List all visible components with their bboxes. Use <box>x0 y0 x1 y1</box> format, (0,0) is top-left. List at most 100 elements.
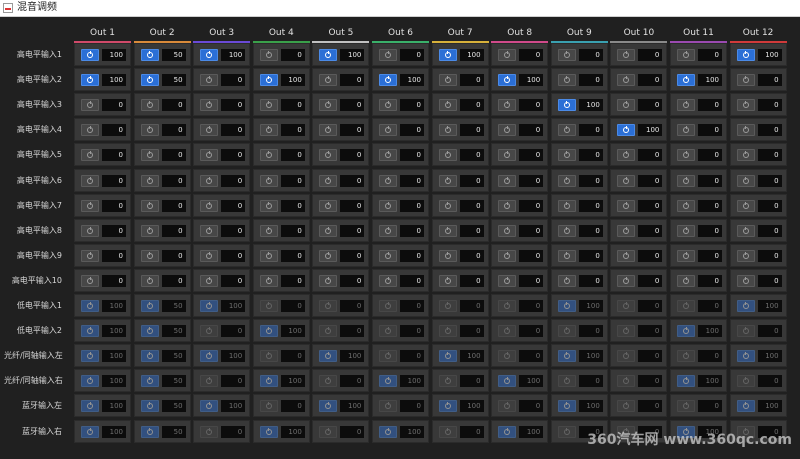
route-toggle-button[interactable] <box>200 300 219 312</box>
route-toggle-button[interactable] <box>736 74 755 87</box>
route-toggle-button[interactable] <box>438 300 457 312</box>
route-toggle-button[interactable] <box>438 149 457 162</box>
route-toggle-button[interactable] <box>617 124 636 137</box>
route-toggle-button[interactable] <box>438 249 457 262</box>
route-toggle-button[interactable] <box>259 249 278 262</box>
gain-value-field[interactable]: 0 <box>221 199 246 212</box>
gain-value-field[interactable]: 0 <box>102 249 126 262</box>
route-toggle-button[interactable] <box>200 124 219 137</box>
route-toggle-button[interactable] <box>319 99 338 112</box>
gain-value-field[interactable]: 0 <box>102 224 126 237</box>
gain-value-field[interactable]: 0 <box>638 249 663 262</box>
route-toggle-button[interactable] <box>677 325 695 338</box>
route-toggle-button[interactable] <box>81 124 99 137</box>
gain-value-field[interactable]: 0 <box>638 350 663 363</box>
route-toggle-button[interactable] <box>81 325 99 338</box>
route-toggle-button[interactable] <box>319 174 338 187</box>
route-toggle-button[interactable] <box>617 99 636 112</box>
gain-value-field[interactable]: 0 <box>340 325 365 338</box>
gain-value-field[interactable]: 50 <box>161 325 186 338</box>
route-toggle-button[interactable] <box>557 425 576 438</box>
gain-value-field[interactable]: 0 <box>400 400 424 413</box>
route-toggle-button[interactable] <box>200 199 219 212</box>
gain-value-field[interactable]: 0 <box>757 325 782 338</box>
route-toggle-button[interactable] <box>81 400 99 413</box>
gain-value-field[interactable]: 0 <box>519 400 544 413</box>
route-toggle-button[interactable] <box>557 224 576 237</box>
route-toggle-button[interactable] <box>438 350 457 363</box>
gain-value-field[interactable]: 100 <box>698 325 722 338</box>
gain-value-field[interactable]: 100 <box>757 350 782 363</box>
route-toggle-button[interactable] <box>677 49 695 61</box>
route-toggle-button[interactable] <box>140 174 159 187</box>
route-toggle-button[interactable] <box>140 74 159 87</box>
route-toggle-button[interactable] <box>140 224 159 237</box>
gain-value-field[interactable]: 0 <box>161 99 186 112</box>
route-toggle-button[interactable] <box>319 300 338 312</box>
gain-value-field[interactable]: 0 <box>280 49 305 61</box>
route-toggle-button[interactable] <box>498 350 517 363</box>
route-toggle-button[interactable] <box>379 375 397 388</box>
route-toggle-button[interactable] <box>140 99 159 112</box>
route-toggle-button[interactable] <box>557 274 576 287</box>
route-toggle-button[interactable] <box>736 350 755 363</box>
gain-value-field[interactable]: 0 <box>638 375 663 388</box>
gain-value-field[interactable]: 100 <box>280 325 305 338</box>
gain-value-field[interactable]: 0 <box>638 400 663 413</box>
route-toggle-button[interactable] <box>259 49 278 61</box>
gain-value-field[interactable]: 0 <box>280 350 305 363</box>
route-toggle-button[interactable] <box>498 74 517 87</box>
route-toggle-button[interactable] <box>557 249 576 262</box>
route-toggle-button[interactable] <box>557 49 576 61</box>
route-toggle-button[interactable] <box>677 300 695 312</box>
gain-value-field[interactable]: 0 <box>459 274 484 287</box>
route-toggle-button[interactable] <box>677 149 695 162</box>
gain-value-field[interactable]: 0 <box>340 74 365 87</box>
route-toggle-button[interactable] <box>557 400 576 413</box>
route-toggle-button[interactable] <box>140 124 159 137</box>
gain-value-field[interactable]: 0 <box>340 174 365 187</box>
route-toggle-button[interactable] <box>677 74 695 87</box>
gain-value-field[interactable]: 100 <box>102 300 126 312</box>
gain-value-field[interactable]: 100 <box>400 74 424 87</box>
gain-value-field[interactable]: 0 <box>340 224 365 237</box>
route-toggle-button[interactable] <box>379 300 397 312</box>
gain-value-field[interactable]: 0 <box>698 149 722 162</box>
gain-value-field[interactable]: 0 <box>280 274 305 287</box>
gain-value-field[interactable]: 0 <box>280 174 305 187</box>
route-toggle-button[interactable] <box>438 174 457 187</box>
gain-value-field[interactable]: 0 <box>102 149 126 162</box>
route-toggle-button[interactable] <box>259 400 278 413</box>
route-toggle-button[interactable] <box>557 300 576 312</box>
gain-value-field[interactable]: 0 <box>757 199 782 212</box>
gain-value-field[interactable]: 0 <box>161 224 186 237</box>
gain-value-field[interactable]: 100 <box>757 49 782 61</box>
route-toggle-button[interactable] <box>140 325 159 338</box>
gain-value-field[interactable]: 0 <box>519 300 544 312</box>
route-toggle-button[interactable] <box>200 425 219 438</box>
route-toggle-button[interactable] <box>140 149 159 162</box>
route-toggle-button[interactable] <box>677 174 695 187</box>
route-toggle-button[interactable] <box>498 425 517 438</box>
route-toggle-button[interactable] <box>81 99 99 112</box>
route-toggle-button[interactable] <box>259 375 278 388</box>
route-toggle-button[interactable] <box>319 425 338 438</box>
route-toggle-button[interactable] <box>557 325 576 338</box>
route-toggle-button[interactable] <box>498 149 517 162</box>
route-toggle-button[interactable] <box>259 74 278 87</box>
route-toggle-button[interactable] <box>259 99 278 112</box>
gain-value-field[interactable]: 0 <box>161 124 186 137</box>
route-toggle-button[interactable] <box>379 74 397 87</box>
gain-value-field[interactable]: 0 <box>280 300 305 312</box>
gain-value-field[interactable]: 0 <box>340 425 365 438</box>
gain-value-field[interactable]: 100 <box>280 375 305 388</box>
gain-value-field[interactable]: 0 <box>698 199 722 212</box>
route-toggle-button[interactable] <box>379 124 397 137</box>
route-toggle-button[interactable] <box>319 249 338 262</box>
gain-value-field[interactable]: 0 <box>638 49 663 61</box>
route-toggle-button[interactable] <box>379 274 397 287</box>
route-toggle-button[interactable] <box>319 49 338 61</box>
route-toggle-button[interactable] <box>200 375 219 388</box>
gain-value-field[interactable]: 0 <box>757 249 782 262</box>
gain-value-field[interactable]: 0 <box>102 99 126 112</box>
